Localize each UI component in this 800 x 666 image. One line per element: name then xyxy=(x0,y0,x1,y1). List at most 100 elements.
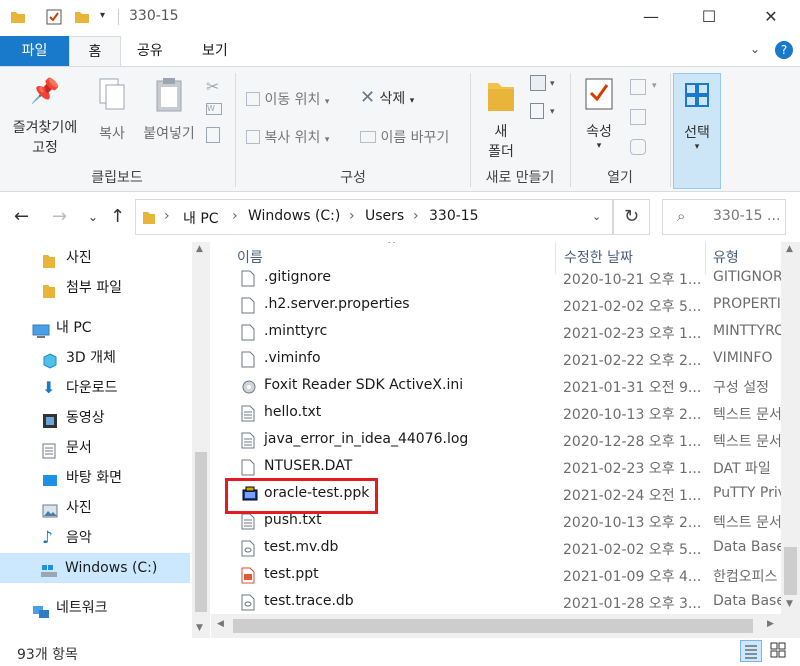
file-row[interactable]: test.ppt 2021-01-09 오후 4... 한컴오피스 xyxy=(211,562,781,589)
tab-home[interactable]: 홈 xyxy=(69,36,121,67)
details-view-icon[interactable] xyxy=(740,640,762,662)
nav-item-pictures[interactable]: 사진 xyxy=(0,493,190,523)
file-type: GITIGNORE xyxy=(713,269,781,285)
maximize-button[interactable]: ☐ xyxy=(686,0,732,34)
breadcrumb-this-pc[interactable]: 내 PC xyxy=(183,208,219,228)
file-row[interactable]: .viminfo 2021-02-22 오후 2... VIMINFO xyxy=(211,346,781,373)
chevron-down-icon: ▾ xyxy=(694,142,700,152)
up-arrow-icon[interactable]: ↑ xyxy=(110,206,125,227)
refresh-button[interactable]: ↻ xyxy=(613,199,650,235)
scroll-thumb[interactable] xyxy=(195,452,207,612)
nav-item-3d-objects[interactable]: 3D 개체 xyxy=(0,343,190,373)
back-arrow-icon[interactable]: ← xyxy=(14,206,29,227)
forward-arrow-icon[interactable]: → xyxy=(52,206,67,227)
file-date: 2020-10-21 오후 1... xyxy=(563,272,701,288)
nav-item-music[interactable]: ♪ 음악 xyxy=(0,523,190,553)
nav-item-videos[interactable]: 동영상 xyxy=(0,403,190,433)
new-item-icon[interactable] xyxy=(530,75,546,91)
breadcrumb-users[interactable]: Users xyxy=(365,208,404,224)
file-row[interactable]: java_error_in_idea_44076.log 2020-12-28 오… xyxy=(211,427,781,454)
chevron-down-icon: ▾ xyxy=(409,96,415,106)
properties-button[interactable]: 속성 ▾ xyxy=(576,77,622,151)
item-count: 93개 항목 xyxy=(17,647,78,663)
nav-item-documents[interactable]: 문서 xyxy=(0,433,190,463)
folder-icon xyxy=(10,9,26,29)
file-date: 2021-02-23 오후 1... xyxy=(563,461,701,477)
title-bar: ▾ 330-15 — ☐ ✕ xyxy=(0,0,800,36)
chevron-down-icon: ▾ xyxy=(324,135,330,145)
new-folder-icon xyxy=(488,83,514,111)
new-folder-button[interactable]: 새 폴더 xyxy=(478,77,524,161)
pin-to-quick-access-button[interactable]: 📌 즐겨찾기에 고정 xyxy=(4,77,86,157)
delete-button[interactable]: ✕ 삭제 ▾ xyxy=(360,87,414,108)
move-to-button[interactable]: 이동 위치 ▾ xyxy=(246,89,329,109)
recent-locations-chevron-icon[interactable]: ⌄ xyxy=(88,210,98,224)
file-row[interactable]: Foxit Reader SDK ActiveX.ini 2021-01-31 오… xyxy=(211,373,781,400)
scroll-thumb[interactable] xyxy=(233,619,753,633)
minimize-button[interactable]: — xyxy=(628,0,674,34)
properties-checkbox-icon[interactable] xyxy=(46,9,62,29)
file-row[interactable]: test.mv.db 2021-02-02 오후 5... Data Base xyxy=(211,535,781,562)
file-row[interactable]: .minttyrc 2021-02-23 오후 1... MINTTYRC xyxy=(211,319,781,346)
nav-item-desktop[interactable]: 바탕 화면 xyxy=(0,463,190,493)
file-date: 2021-01-31 오전 9... xyxy=(563,380,701,396)
file-row[interactable]: test.trace.db 2021-01-28 오후 3... Data Base xyxy=(211,589,781,616)
tab-file[interactable]: 파일 xyxy=(0,36,69,66)
copy-to-button[interactable]: 복사 위치 ▾ xyxy=(246,127,329,147)
file-type: Data Base xyxy=(713,539,781,555)
paste-shortcut-icon[interactable] xyxy=(206,127,220,143)
help-icon[interactable]: ? xyxy=(775,41,793,59)
cut-icon[interactable]: ✂ xyxy=(206,77,219,96)
search-box[interactable]: ⌕ 330-15 ... xyxy=(662,199,786,235)
delete-x-icon: ✕ xyxy=(360,87,376,108)
nav-item-attachments[interactable]: 첨부 파일 xyxy=(0,273,190,303)
address-dropdown-icon[interactable]: ⌄ xyxy=(592,210,601,223)
open-icon[interactable] xyxy=(630,79,646,95)
file-row[interactable]: NTUSER.DAT 2021-02-23 오후 1... DAT 파일 xyxy=(211,454,781,481)
new-folder-icon[interactable] xyxy=(74,9,90,29)
nav-scrollbar[interactable]: ▲ ▼ xyxy=(192,242,210,638)
organize-group-label: 구성 xyxy=(340,170,366,186)
file-name: test.ppt xyxy=(264,566,319,582)
select-button[interactable]: 선택 ▾ xyxy=(673,73,721,189)
title-separator xyxy=(118,9,119,25)
large-icons-view-icon[interactable] xyxy=(768,640,790,662)
sort-ascending-icon: ^ xyxy=(387,242,397,251)
edit-icon[interactable] xyxy=(630,109,646,125)
copy-label: 복사 xyxy=(99,126,125,142)
nav-item-downloads[interactable]: ⬇ 다운로드 xyxy=(0,373,190,403)
scroll-right-icon: ▶ xyxy=(767,619,774,629)
text-file-icon xyxy=(241,432,255,449)
file-icon xyxy=(241,351,255,368)
paste-button[interactable]: 붙여넣기 xyxy=(138,77,200,143)
copy-icon xyxy=(99,78,125,110)
dropdown-arrow-icon[interactable]: ▾ xyxy=(550,107,555,117)
close-button[interactable]: ✕ xyxy=(748,0,794,34)
tab-share[interactable]: 공유 xyxy=(121,36,179,66)
copy-path-icon[interactable]: W xyxy=(206,103,222,115)
copy-button[interactable]: 복사 xyxy=(90,77,134,143)
history-icon[interactable] xyxy=(630,139,646,155)
dropdown-arrow-icon[interactable]: ▾ xyxy=(652,81,657,91)
file-row[interactable]: .h2.server.properties 2021-02-02 오후 5... P… xyxy=(211,292,781,319)
address-bar[interactable]: › 내 PC › Windows (C:) › Users › 330-15 ⌄ xyxy=(135,199,613,235)
horizontal-scrollbar[interactable]: ◀ ▶ xyxy=(211,614,800,638)
breadcrumb-drive[interactable]: Windows (C:) xyxy=(248,208,340,224)
dropdown-arrow-icon[interactable]: ▾ xyxy=(550,79,555,89)
nav-item-this-pc[interactable]: 내 PC xyxy=(0,313,190,343)
ribbon-collapse-icon[interactable]: ⌄ xyxy=(750,42,760,56)
nav-item-network[interactable]: 네트워크 xyxy=(0,593,190,623)
nav-item-pictures-quick[interactable]: 사진 xyxy=(0,243,190,273)
folder-icon xyxy=(42,250,58,268)
tab-view[interactable]: 보기 xyxy=(186,36,244,66)
file-row[interactable]: .gitignore 2020-10-21 오후 1... GITIGNORE xyxy=(211,265,781,292)
breadcrumb-current-folder[interactable]: 330-15 xyxy=(429,208,479,224)
nav-item-windows-drive[interactable]: Windows (C:) xyxy=(0,553,190,583)
file-name: hello.txt xyxy=(264,404,322,420)
file-row[interactable]: hello.txt 2020-10-13 오후 2... 텍스트 문서 xyxy=(211,400,781,427)
rename-button[interactable]: 이름 바꾸기 xyxy=(360,127,449,147)
customize-dropdown-icon[interactable]: ▾ xyxy=(100,10,105,21)
file-list-scrollbar[interactable]: ▲ ▼ xyxy=(781,242,800,614)
scroll-thumb[interactable] xyxy=(784,547,797,595)
easy-access-icon[interactable] xyxy=(530,103,544,119)
